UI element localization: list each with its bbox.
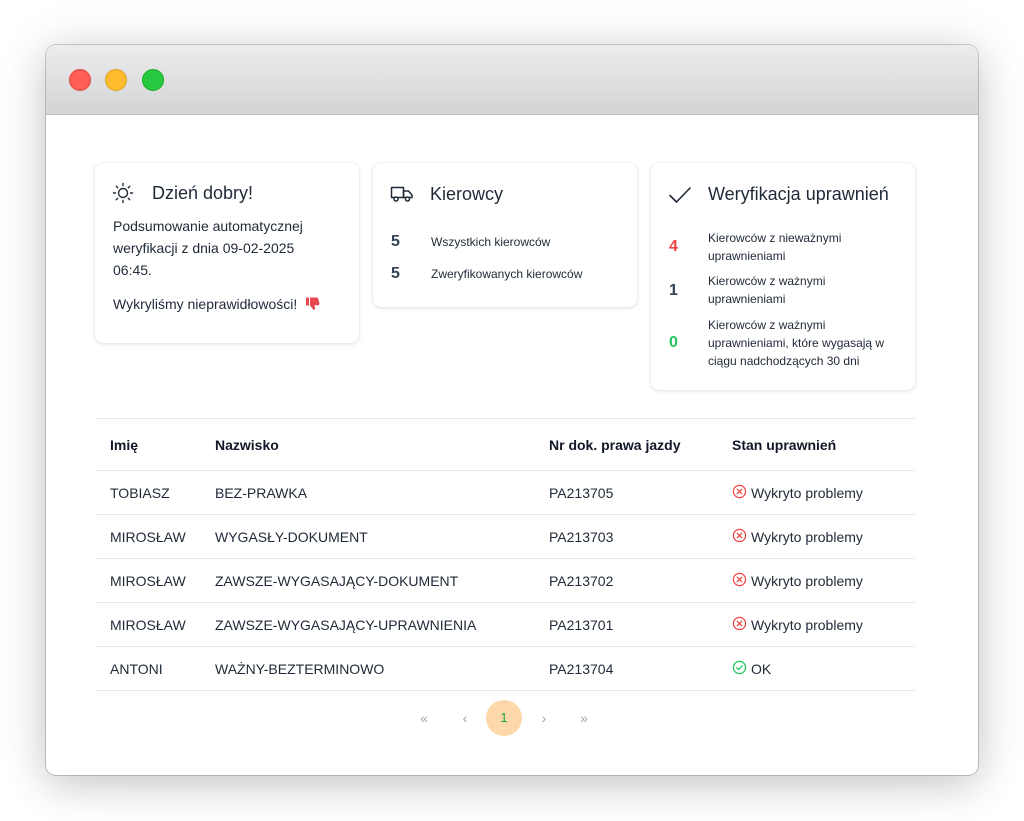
status-text: Wykryto problemy bbox=[751, 528, 863, 545]
minimize-window-button[interactable] bbox=[105, 69, 127, 91]
cell-last-name: BEZ-PRAWKA bbox=[215, 470, 549, 515]
prev-page-button[interactable]: ‹ bbox=[455, 700, 475, 736]
next-page-button[interactable]: › bbox=[534, 700, 554, 736]
table-row[interactable]: MIROSŁAW ZAWSZE-WYGASAJĄCY-DOKUMENT PA21… bbox=[95, 558, 915, 603]
header-license-status[interactable]: Stan uprawnień bbox=[732, 418, 915, 471]
close-window-button[interactable] bbox=[69, 69, 91, 91]
cell-status: Wykryto problemy bbox=[732, 602, 915, 647]
cell-last-name: WYGASŁY-DOKUMENT bbox=[215, 514, 549, 559]
irregularities-warning: Wykryliśmy nieprawidłowości! bbox=[113, 295, 321, 314]
error-circle-icon bbox=[732, 616, 747, 634]
greeting-card: Dzień dobry! Podsumowanie automatycznej … bbox=[95, 163, 359, 343]
header-first-name[interactable]: Imię bbox=[95, 418, 215, 471]
thumbs-down-icon bbox=[305, 295, 321, 314]
cell-last-name: ZAWSZE-WYGASAJĄCY-DOKUMENT bbox=[215, 558, 549, 603]
warning-text: Wykryliśmy nieprawidłowości! bbox=[113, 296, 298, 312]
cell-status: Wykryto problemy bbox=[732, 558, 915, 603]
greeting-title: Dzień dobry! bbox=[152, 183, 254, 203]
truck-icon bbox=[390, 184, 414, 209]
verified-drivers-count: 5 bbox=[391, 265, 400, 282]
error-circle-icon bbox=[732, 484, 747, 502]
status-text: Wykryto problemy bbox=[751, 572, 863, 589]
drivers-table-container: Imię Nazwisko Nr dok. prawa jazdy Stan u… bbox=[95, 418, 915, 691]
page-1-button[interactable]: 1 bbox=[486, 700, 522, 736]
header-license-number[interactable]: Nr dok. prawa jazdy bbox=[549, 418, 732, 471]
title-bar bbox=[46, 45, 978, 115]
verification-card: Weryfikacja uprawnień 4 Kierowców z niew… bbox=[651, 163, 915, 390]
header-last-name[interactable]: Nazwisko bbox=[215, 418, 549, 471]
all-drivers-count: 5 bbox=[391, 233, 400, 250]
cell-first-name: TOBIASZ bbox=[95, 470, 215, 515]
cell-first-name: MIROSŁAW bbox=[95, 558, 215, 603]
status-text: Wykryto problemy bbox=[751, 484, 863, 501]
check-icon bbox=[668, 185, 692, 210]
cell-license-number: PA213701 bbox=[549, 602, 732, 647]
cell-license-number: PA213703 bbox=[549, 514, 732, 559]
last-page-button[interactable]: » bbox=[574, 700, 594, 736]
drivers-table: Imię Nazwisko Nr dok. prawa jazdy Stan u… bbox=[95, 418, 915, 691]
error-circle-icon bbox=[732, 572, 747, 590]
status-text: OK bbox=[751, 660, 772, 677]
status-text: Wykryto problemy bbox=[751, 616, 863, 633]
table-row[interactable]: ANTONI WAŻNY-BEZTERMINOWO PA213704 OK bbox=[95, 646, 915, 691]
cell-license-number: PA213702 bbox=[549, 558, 732, 603]
cell-license-number: PA213705 bbox=[549, 470, 732, 515]
browser-window: Dzień dobry! Podsumowanie automatycznej … bbox=[46, 45, 978, 775]
cell-first-name: MIROSŁAW bbox=[95, 514, 215, 559]
table-row[interactable]: MIROSŁAW ZAWSZE-WYGASAJĄCY-UPRAWNIENIA P… bbox=[95, 602, 915, 647]
cell-last-name: WAŻNY-BEZTERMINOWO bbox=[215, 646, 549, 691]
expiring-licenses-label: Kierowców z ważnymi uprawnieniami, które… bbox=[708, 318, 885, 368]
verification-summary: Podsumowanie automatycznej weryfikacji z… bbox=[113, 218, 303, 278]
cell-first-name: MIROSŁAW bbox=[95, 602, 215, 647]
cell-status: Wykryto problemy bbox=[732, 470, 915, 515]
check-circle-icon bbox=[732, 660, 747, 678]
expiring-licenses-count: 0 bbox=[669, 334, 678, 351]
verified-drivers-label: Zweryfikowanych kierowców bbox=[431, 267, 583, 281]
invalid-licenses-label: Kierowców z nieważnymi uprawnieniami bbox=[708, 231, 842, 263]
invalid-licenses-count: 4 bbox=[669, 238, 678, 255]
pagination: « ‹ 1 › » bbox=[46, 700, 978, 736]
all-drivers-label: Wszystkich kierowców bbox=[431, 235, 551, 249]
verification-title: Weryfikacja uprawnień bbox=[708, 184, 889, 204]
cell-last-name: ZAWSZE-WYGASAJĄCY-UPRAWNIENIA bbox=[215, 602, 549, 647]
valid-licenses-count: 1 bbox=[669, 282, 678, 299]
table-header-row: Imię Nazwisko Nr dok. prawa jazdy Stan u… bbox=[95, 418, 915, 471]
maximize-window-button[interactable] bbox=[142, 69, 164, 91]
cell-status: Wykryto problemy bbox=[732, 514, 915, 559]
table-row[interactable]: TOBIASZ BEZ-PRAWKA PA213705 Wykryto prob… bbox=[95, 470, 915, 515]
drivers-title: Kierowcy bbox=[430, 184, 504, 204]
cell-status: OK bbox=[732, 646, 915, 691]
drivers-card: Kierowcy 5 Wszystkich kierowców 5 Zweryf… bbox=[373, 163, 637, 307]
first-page-button[interactable]: « bbox=[414, 700, 434, 736]
error-circle-icon bbox=[732, 528, 747, 546]
cell-first-name: ANTONI bbox=[95, 646, 215, 691]
sun-icon bbox=[112, 182, 134, 209]
valid-licenses-label: Kierowców z ważnymi uprawnieniami bbox=[708, 274, 826, 306]
cell-license-number: PA213704 bbox=[549, 646, 732, 691]
table-row[interactable]: MIROSŁAW WYGASŁY-DOKUMENT PA213703 Wykry… bbox=[95, 514, 915, 559]
